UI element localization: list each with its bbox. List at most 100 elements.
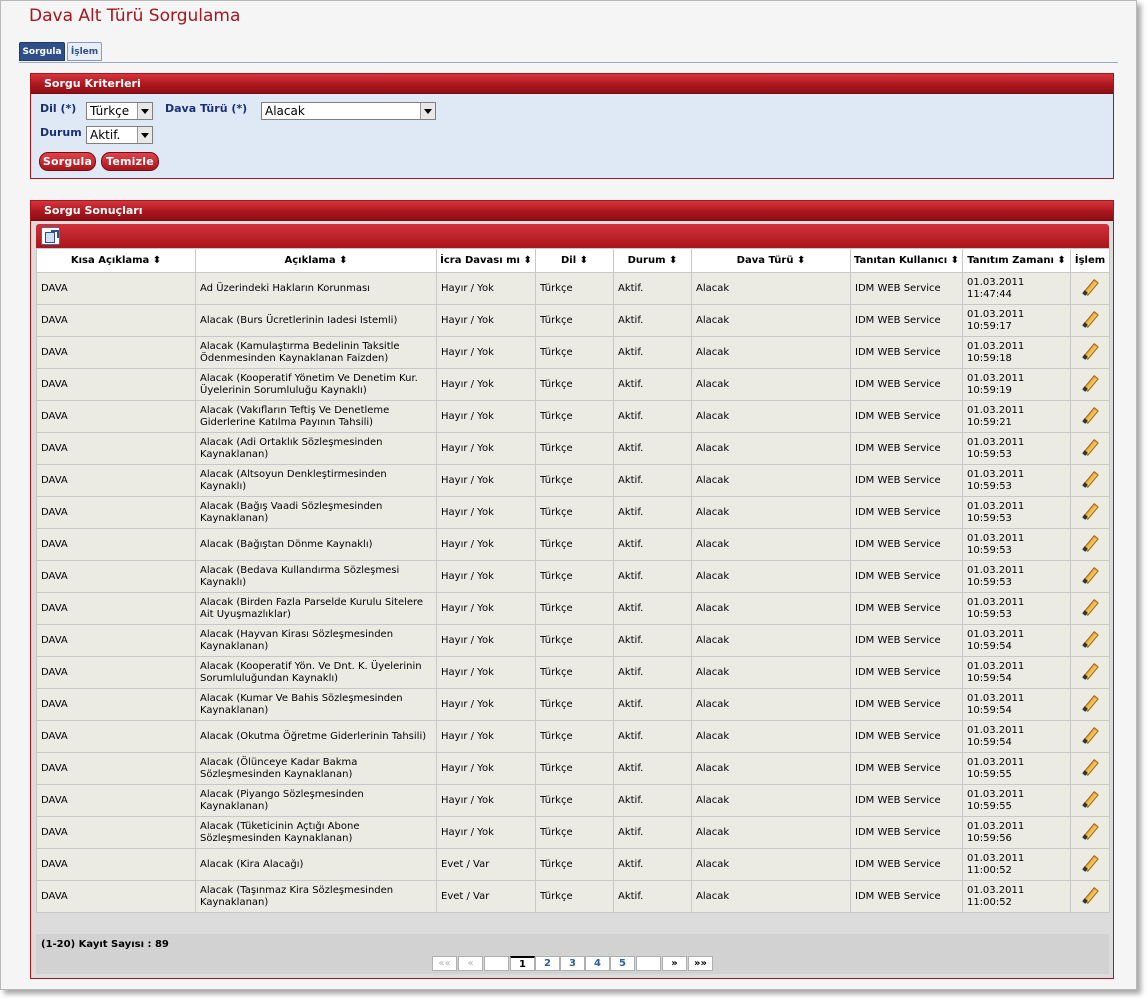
edit-pencil-icon[interactable] bbox=[1082, 727, 1098, 743]
pager-page-5[interactable]: 5 bbox=[610, 956, 635, 971]
kisa-aciklama-cell: DAVA bbox=[36, 336, 196, 369]
table-row[interactable]: DAVA Alacak (Adi Ortaklık Sözleşmesinden … bbox=[36, 432, 1110, 465]
tanitim-zamani-cell: 01.03.2011 10:59:56 bbox=[962, 816, 1071, 849]
aciklama-cell: Alacak (Tüketicinin Açtığı Abone Sözleşm… bbox=[195, 816, 437, 849]
dava-turu-select-value: Alacak bbox=[265, 104, 305, 118]
pager-last-button[interactable]: »» bbox=[688, 956, 713, 971]
table-row[interactable]: DAVA Alacak (Kamulaştırma Bedelinin Taksi… bbox=[36, 336, 1110, 369]
kisa-aciklama-cell: DAVA bbox=[36, 304, 196, 337]
edit-pencil-icon[interactable] bbox=[1082, 855, 1098, 871]
dava-turu-select[interactable]: Alacak bbox=[261, 102, 436, 120]
table-row[interactable]: DAVA Alacak (Piyango Sözleşmesinden Kayna… bbox=[36, 784, 1110, 817]
edit-pencil-icon[interactable] bbox=[1082, 791, 1098, 807]
pager-page-4[interactable]: 4 bbox=[585, 956, 610, 971]
edit-pencil-icon[interactable] bbox=[1082, 471, 1098, 487]
durum-cell: Aktif. bbox=[613, 784, 692, 817]
edit-pencil-icon[interactable] bbox=[1082, 343, 1098, 359]
table-row[interactable]: DAVA Alacak (Kumar Ve Bahis Sözleşmesinde… bbox=[36, 688, 1110, 721]
edit-pencil-icon[interactable] bbox=[1082, 311, 1098, 327]
edit-pencil-icon[interactable] bbox=[1082, 439, 1098, 455]
export-icon[interactable] bbox=[41, 227, 60, 245]
action-cell bbox=[1070, 432, 1110, 465]
action-cell bbox=[1070, 752, 1110, 785]
edit-pencil-icon[interactable] bbox=[1082, 599, 1098, 615]
table-row[interactable]: DAVA Alacak (Kooperatif Yönetim Ve Deneti… bbox=[36, 368, 1110, 401]
pager-prev-button[interactable]: « bbox=[458, 956, 483, 971]
column-header[interactable]: Kısa Açıklama ⬍ bbox=[36, 248, 196, 273]
kisa-aciklama-cell: DAVA bbox=[36, 880, 196, 913]
edit-pencil-icon[interactable] bbox=[1082, 663, 1098, 679]
durum-cell: Aktif. bbox=[613, 560, 692, 593]
dil-cell: Türkçe bbox=[535, 560, 614, 593]
action-cell bbox=[1070, 592, 1110, 625]
column-header[interactable]: Durum ⬍ bbox=[613, 248, 692, 273]
icra-davasi-cell: Evet / Var bbox=[436, 848, 536, 881]
edit-pencil-icon[interactable] bbox=[1082, 631, 1098, 647]
aciklama-cell: Alacak (Bağış Vaadi Sözleşmesinden Kayna… bbox=[195, 496, 437, 529]
action-cell bbox=[1070, 336, 1110, 369]
edit-pencil-icon[interactable] bbox=[1082, 823, 1098, 839]
column-header[interactable]: Açıklama ⬍ bbox=[195, 248, 437, 273]
table-row[interactable]: DAVA Alacak (Taşınmaz Kira Sözleşmesinden… bbox=[36, 880, 1110, 913]
edit-pencil-icon[interactable] bbox=[1082, 503, 1098, 519]
table-row[interactable]: DAVA Alacak (Tüketicinin Açtığı Abone Söz… bbox=[36, 816, 1110, 849]
column-header[interactable]: Tanıtan Kullanıcı ⬍ bbox=[850, 248, 963, 273]
table-row[interactable]: DAVA Alacak (Kooperatif Yön. Ve Dnt. K. Ü… bbox=[36, 656, 1110, 689]
edit-pencil-icon[interactable] bbox=[1082, 695, 1098, 711]
chevron-down-icon[interactable] bbox=[137, 127, 152, 143]
edit-pencil-icon[interactable] bbox=[1082, 567, 1098, 583]
pager-page-3[interactable]: 3 bbox=[560, 956, 585, 971]
tanitan-kullanici-cell: IDM WEB Service bbox=[850, 496, 963, 529]
pager-page-2[interactable]: 2 bbox=[535, 956, 560, 971]
icra-davasi-cell: Hayır / Yok bbox=[436, 720, 536, 753]
dava-turu-cell: Alacak bbox=[691, 336, 851, 369]
edit-pencil-icon[interactable] bbox=[1082, 279, 1098, 295]
edit-pencil-icon[interactable] bbox=[1082, 375, 1098, 391]
table-row[interactable]: DAVA Alacak (Vakıfların Teftiş Ve Denetle… bbox=[36, 400, 1110, 433]
chevron-down-icon[interactable] bbox=[137, 103, 152, 119]
table-row[interactable]: DAVA Alacak (Bağıştan Dönme Kaynaklı) Hayı… bbox=[36, 528, 1110, 561]
column-header[interactable]: Dil ⬍ bbox=[535, 248, 614, 273]
table-row[interactable]: DAVA Alacak (Birden Fazla Parselde Kurulu… bbox=[36, 592, 1110, 625]
temizle-button[interactable]: Temizle bbox=[101, 152, 159, 171]
durum-cell: Aktif. bbox=[613, 496, 692, 529]
table-row[interactable]: DAVA Alacak (Hayvan Kirası Sözleşmesinden… bbox=[36, 624, 1110, 657]
table-row[interactable]: DAVA Alacak (Burs Ücretlerinin Iadesi Ist… bbox=[36, 304, 1110, 337]
aciklama-cell: Alacak (Burs Ücretlerinin Iadesi Istemli… bbox=[195, 304, 437, 337]
pager-first-button[interactable]: «« bbox=[432, 956, 457, 971]
table-row[interactable]: DAVA Alacak (Kira Alacağı) Evet / Var Türkç… bbox=[36, 848, 1110, 881]
tanitan-kullanici-cell: IDM WEB Service bbox=[850, 624, 963, 657]
table-row[interactable]: DAVA Ad Üzerindeki Hakların Korunması Hayı… bbox=[36, 272, 1110, 305]
aciklama-cell: Alacak (Kumar Ve Bahis Sözleşmesinden Ka… bbox=[195, 688, 437, 721]
action-cell bbox=[1070, 528, 1110, 561]
aciklama-cell: Alacak (Kira Alacağı) bbox=[195, 848, 437, 881]
tab-sorgula[interactable]: Sorgula bbox=[19, 42, 65, 61]
icra-davasi-cell: Hayır / Yok bbox=[436, 816, 536, 849]
column-header[interactable]: Tanıtım Zamanı ⬍ bbox=[962, 248, 1071, 273]
kisa-aciklama-cell: DAVA bbox=[36, 272, 196, 305]
durum-select[interactable]: Aktif. bbox=[86, 126, 153, 144]
dava-turu-cell: Alacak bbox=[691, 496, 851, 529]
edit-pencil-icon[interactable] bbox=[1082, 887, 1098, 903]
tab-divider bbox=[19, 62, 1118, 63]
table-row[interactable]: DAVA Alacak (Bağış Vaadi Sözleşmesinden K… bbox=[36, 496, 1110, 529]
pager-next-button[interactable]: » bbox=[662, 956, 687, 971]
tab-islem[interactable]: İşlem bbox=[67, 42, 102, 61]
dil-select[interactable]: Türkçe bbox=[86, 102, 153, 120]
sorgula-button[interactable]: Sorgula bbox=[39, 152, 96, 171]
action-cell bbox=[1070, 464, 1110, 497]
chevron-down-icon[interactable] bbox=[420, 103, 435, 119]
edit-pencil-icon[interactable] bbox=[1082, 535, 1098, 551]
durum-cell: Aktif. bbox=[613, 688, 692, 721]
table-row[interactable]: DAVA Alacak (Okutma Öğretme Giderlerinin … bbox=[36, 720, 1110, 753]
table-row[interactable]: DAVA Alacak (Ölünceye Kadar Bakma Sözleşm… bbox=[36, 752, 1110, 785]
column-header[interactable]: Dava Türü ⬍ bbox=[691, 248, 851, 273]
table-row[interactable]: DAVA Alacak (Bedava Kullandırma Sözleşmes… bbox=[36, 560, 1110, 593]
column-header[interactable]: İcra Davası mı ⬍ bbox=[436, 248, 536, 273]
pager-page-1[interactable]: 1 bbox=[510, 956, 535, 971]
edit-pencil-icon[interactable] bbox=[1082, 407, 1098, 423]
dava-turu-cell: Alacak bbox=[691, 560, 851, 593]
edit-pencil-icon[interactable] bbox=[1082, 759, 1098, 775]
durum-cell: Aktif. bbox=[613, 368, 692, 401]
table-row[interactable]: DAVA Alacak (Altsoyun Denkleştirmesinden … bbox=[36, 464, 1110, 497]
